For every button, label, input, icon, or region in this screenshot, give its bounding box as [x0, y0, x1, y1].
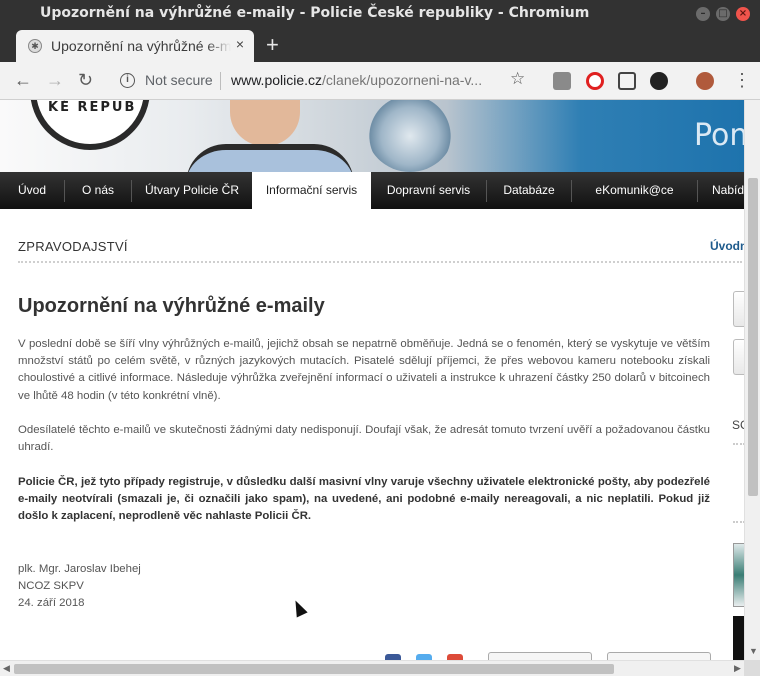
back-arrow-icon[interactable]: ← — [14, 70, 32, 91]
forward-arrow-icon[interactable]: → — [46, 70, 64, 91]
nav-item-ekomunikace[interactable]: eKomunik@ce — [572, 172, 697, 209]
email-share-button[interactable] — [488, 652, 592, 660]
officer-head — [230, 100, 300, 146]
officer-photo — [180, 100, 360, 184]
sidebar-divider — [733, 443, 744, 445]
police-favicon-icon: ✱ — [28, 39, 42, 53]
nav-item-databaze[interactable]: Databáze — [487, 172, 571, 209]
author-name: plk. Mgr. Jaroslav Ibehej — [18, 563, 141, 575]
article-paragraph: V poslední době se šíří vlny výhrůžných … — [18, 338, 710, 402]
omnibox-divider — [220, 72, 221, 90]
menu-icon[interactable]: ⋮ — [733, 70, 751, 91]
tab-title: Upozornění na výhrůžné e-maily - Policie… — [51, 38, 231, 54]
banner-tagline: Pom — [694, 118, 744, 153]
new-tab-button[interactable]: + — [266, 32, 279, 58]
window-titlebar: Upozornění na výhrůžné e-maily - Policie… — [0, 0, 760, 28]
sidebar-button[interactable] — [733, 339, 744, 375]
maximize-button[interactable]: □ — [716, 7, 730, 21]
scrollbar-corner — [744, 660, 760, 676]
dotted-divider — [18, 261, 742, 263]
url-path: /clanek/upozorneni-na-v... — [322, 72, 483, 88]
scroll-down-arrow-icon[interactable]: ▼ — [749, 646, 758, 656]
address-bar[interactable]: i Not secure www.policie.cz/clanek/upozo… — [108, 66, 540, 96]
vertical-scroll-thumb[interactable] — [748, 178, 758, 496]
nav-item-uvod[interactable]: Úvod — [0, 172, 64, 209]
article-warning-paragraph: Policie ČR, jež tyto případy registruje,… — [18, 476, 710, 523]
profile-avatar[interactable] — [696, 72, 714, 90]
browser-toolbar: ← → ↻ i Not secure www.policie.cz/clanek… — [0, 62, 760, 100]
vertical-scrollbar[interactable]: ▼ — [744, 100, 760, 660]
horizontal-scrollbar[interactable]: ◀ ▶ — [0, 660, 744, 676]
site-banner: KÉ REPUB Pom — [0, 100, 744, 184]
police-star-emblem — [365, 100, 455, 172]
print-button[interactable] — [607, 652, 711, 660]
sidebar-thumbnail[interactable] — [733, 543, 744, 607]
horizontal-scroll-thumb[interactable] — [14, 664, 614, 674]
sidebar-button[interactable] — [733, 291, 744, 327]
main-navigation: Úvod O nás Útvary Policie ČR Informační … — [0, 172, 744, 209]
extension-icon[interactable] — [553, 72, 571, 90]
article-date: 24. září 2018 — [18, 597, 85, 609]
security-status[interactable]: Not secure — [145, 72, 213, 88]
section-heading: ZPRAVODAJSTVÍ — [18, 239, 128, 254]
info-icon[interactable]: i — [120, 73, 135, 88]
nav-item-informacni-servis[interactable]: Informační servis — [252, 172, 371, 209]
sidebar-thumbnail[interactable] — [733, 616, 744, 660]
breadcrumb[interactable]: Úvodn — [710, 239, 744, 253]
sidebar-divider — [733, 521, 744, 523]
nav-item-nabidka[interactable]: Nabíd — [698, 172, 744, 209]
bookmark-star-icon[interactable]: ☆ — [510, 69, 525, 89]
close-window-button[interactable]: × — [736, 7, 750, 21]
scroll-right-arrow-icon[interactable]: ▶ — [734, 663, 741, 674]
seal-lettering: KÉ REPUB — [48, 100, 137, 115]
minimize-button[interactable]: – — [696, 7, 710, 21]
scroll-left-arrow-icon[interactable]: ◀ — [3, 663, 10, 674]
window-title: Upozornění na výhrůžné e-maily - Policie… — [40, 5, 590, 21]
screenshot-icon[interactable] — [618, 72, 636, 90]
nav-item-o-nas[interactable]: O nás — [65, 172, 131, 209]
browser-tab[interactable]: ✱ Upozornění na výhrůžné e-maily - Polic… — [16, 30, 254, 62]
reload-icon[interactable]: ↻ — [78, 70, 93, 91]
article-title: Upozornění na výhrůžné e-maily — [18, 295, 325, 317]
sidebar-heading: SC — [732, 418, 744, 432]
nav-item-dopravni-servis[interactable]: Dopravní servis — [371, 172, 486, 209]
page-viewport: KÉ REPUB Pom Úvod O nás Útvary Policie Č… — [0, 100, 744, 660]
author-unit: NCOZ SKPV — [18, 580, 84, 592]
tab-strip: ✱ Upozornění na výhrůžné e-maily - Polic… — [0, 28, 760, 62]
tab-close-icon[interactable]: × — [236, 36, 244, 52]
url-host: www.policie.cz — [231, 72, 323, 88]
article-paragraph: Odesílatelé těchto e-mailů ve skutečnost… — [18, 424, 710, 454]
nav-item-utvary[interactable]: Útvary Policie ČR — [132, 172, 252, 209]
url-text[interactable]: www.policie.cz/clanek/upozorneni-na-v... — [231, 72, 482, 88]
opera-icon[interactable] — [586, 72, 604, 90]
incognito-extension-icon[interactable] — [650, 72, 668, 90]
